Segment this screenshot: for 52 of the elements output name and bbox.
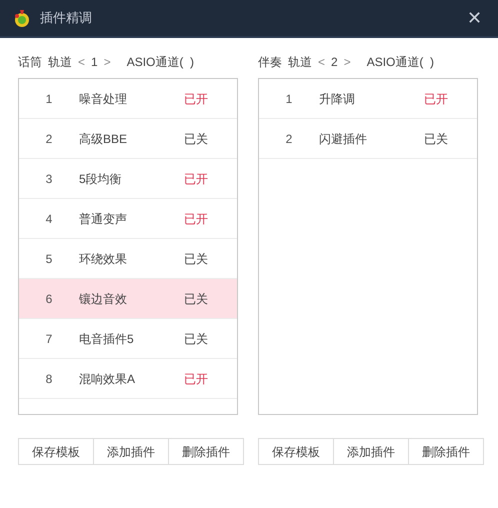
plugin-status[interactable]: 已开 xyxy=(184,370,208,388)
panel-button[interactable]: 删除插件 xyxy=(408,438,484,465)
plugin-status[interactable]: 已关 xyxy=(184,290,208,308)
plugin-index: 2 xyxy=(44,130,54,148)
plugin-index: 8 xyxy=(44,370,54,388)
track-number: 2 xyxy=(331,54,338,71)
plugin-index: 3 xyxy=(44,170,54,188)
track-number: 1 xyxy=(91,54,98,71)
window-title: 插件精调 xyxy=(40,9,92,28)
plugin-index: 2 xyxy=(284,130,294,148)
track-label: 轨道 xyxy=(48,54,72,71)
plugin-name: 噪音处理 xyxy=(79,90,128,108)
plugin-status[interactable]: 已开 xyxy=(184,90,208,108)
plugin-name: 环绕效果 xyxy=(79,250,128,268)
plugin-name: 镶边音效 xyxy=(79,290,128,308)
plugin-status[interactable]: 已开 xyxy=(184,170,208,188)
plugin-index: 1 xyxy=(44,90,54,108)
close-button[interactable]: ✕ xyxy=(467,4,482,32)
asio-channel-label: ASIO通道( ) xyxy=(366,54,434,71)
plugin-index: 7 xyxy=(44,330,54,348)
panel-button[interactable]: 添加插件 xyxy=(333,438,409,465)
plugin-index: 4 xyxy=(44,210,54,228)
panel-button[interactable]: 保存模板 xyxy=(18,438,94,465)
plugin-name: 混响效果A xyxy=(79,370,136,388)
plugin-status[interactable]: 已关 xyxy=(184,130,208,148)
panel-button[interactable]: 保存模板 xyxy=(258,438,334,465)
panel-button[interactable]: 删除插件 xyxy=(168,438,244,465)
asio-channel-label: ASIO通道( ) xyxy=(126,54,194,71)
plugin-status[interactable]: 已关 xyxy=(184,330,208,348)
plugin-name: 电音插件5 xyxy=(79,330,135,348)
previous-track-button[interactable]: < xyxy=(318,53,326,71)
plugin-name: 高级BBE xyxy=(79,130,128,148)
plugin-name: 闪避插件 xyxy=(319,130,368,148)
next-track-button[interactable]: > xyxy=(344,53,351,71)
plugin-name: 升降调 xyxy=(319,90,356,108)
source-label: 伴奏 xyxy=(258,54,282,71)
plugin-index: 1 xyxy=(284,90,294,108)
plugin-index: 5 xyxy=(44,250,54,268)
plugin-name: 普通变声 xyxy=(79,210,128,228)
plugin-status[interactable]: 已关 xyxy=(184,250,208,268)
panel-button[interactable]: 添加插件 xyxy=(93,438,169,465)
plugin-name: 5段均衡 xyxy=(79,170,123,188)
source-label: 话筒 xyxy=(18,54,42,71)
plugin-status[interactable]: 已关 xyxy=(424,130,448,148)
plugin-status[interactable]: 已开 xyxy=(184,210,208,228)
app-logo-icon xyxy=(12,8,32,28)
plugin-status[interactable]: 已开 xyxy=(424,90,448,108)
plugin-row[interactable]: 6 镶边音效 已关 xyxy=(19,279,237,319)
previous-track-button[interactable]: < xyxy=(78,53,86,71)
plugin-index: 6 xyxy=(44,290,54,308)
next-track-button[interactable]: > xyxy=(104,53,111,71)
track-label: 轨道 xyxy=(288,54,312,71)
